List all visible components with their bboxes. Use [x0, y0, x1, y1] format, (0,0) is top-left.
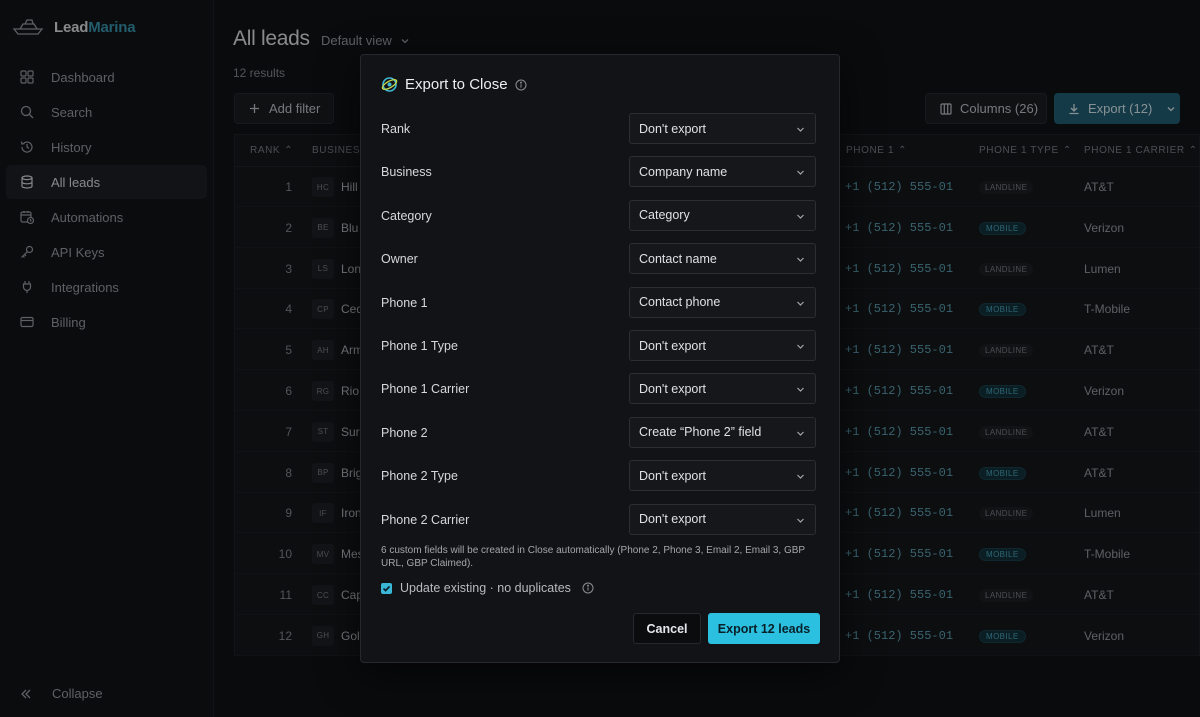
field-label: Category — [381, 208, 432, 223]
field-label: Phone 1 Carrier — [381, 382, 470, 397]
field-select-rank[interactable]: Don't export — [629, 113, 816, 144]
chevron-down-icon — [797, 431, 804, 436]
field-select-phone-1[interactable]: Contact phone — [629, 286, 816, 318]
field-select-value: Company name — [639, 164, 728, 179]
field-select-category[interactable]: Category — [629, 199, 816, 231]
field-mapping-phone-1-type: Phone 1 Type Don't export — [381, 330, 816, 361]
close-crm-logo-icon — [381, 77, 398, 92]
field-mapping-phone-1-carrier: Phone 1 Carrier Don't export — [381, 373, 816, 405]
field-label: Phone 2 Carrier — [381, 512, 470, 527]
field-select-value: Don't export — [639, 338, 707, 353]
check-icon — [382, 585, 391, 592]
field-mapping-phone-2: Phone 2 Create “Phone 2” field — [381, 416, 816, 448]
update-existing-option[interactable]: Update existing · no duplicates — [381, 581, 594, 595]
update-existing-checkbox[interactable] — [381, 582, 392, 594]
chevron-down-icon — [797, 474, 804, 480]
field-select-phone-2-type[interactable]: Don't export — [629, 460, 816, 492]
info-icon[interactable] — [582, 582, 594, 594]
chevron-down-icon — [797, 127, 804, 132]
chevron-down-icon — [797, 170, 804, 176]
field-select-value: Contact phone — [639, 295, 721, 310]
field-label: Phone 2 — [381, 425, 428, 440]
modal-header: Export to Close — [381, 76, 527, 93]
field-select-value: Don't export — [639, 381, 707, 396]
chevron-down-icon — [797, 518, 804, 523]
field-select-phone-1-carrier[interactable]: Don't export — [629, 373, 816, 405]
field-select-value: Create “Phone 2” field — [639, 425, 762, 440]
field-select-value: Don't export — [639, 512, 707, 527]
field-label: Phone 1 Type — [381, 339, 458, 353]
modal-title: Export to Close — [405, 76, 508, 93]
field-mapping-phone-2-type: Phone 2 Type Don't export — [381, 460, 816, 492]
field-select-phone-1-type[interactable]: Don't export — [629, 330, 816, 361]
field-mapping-phone-1: Phone 1 Contact phone — [381, 286, 816, 318]
custom-fields-note: 6 custom fields will be created in Close… — [381, 545, 805, 569]
chevron-down-icon — [797, 301, 804, 306]
update-existing-label: Update existing · no duplicates — [400, 581, 571, 595]
export-modal: Export to Close Rank Don't export Business… — [360, 54, 840, 663]
field-label: Business — [381, 165, 432, 180]
field-select-value: Contact name — [639, 251, 717, 266]
field-select-phone-2[interactable]: Create “Phone 2” field — [629, 416, 816, 448]
cancel-button[interactable]: Cancel — [633, 613, 701, 644]
field-select-value: Category — [639, 208, 690, 223]
field-select-business[interactable]: Company name — [629, 156, 816, 188]
field-label: Phone 1 — [381, 295, 428, 310]
chevron-down-icon — [797, 257, 804, 263]
field-select-value: Don't export — [639, 468, 707, 483]
chevron-down-icon — [797, 387, 804, 393]
field-select-value: Don't export — [639, 121, 707, 136]
field-select-phone-2-carrier[interactable]: Don't export — [629, 503, 816, 535]
field-label: Rank — [381, 122, 411, 136]
export-leads-button[interactable]: Export 12 leads — [708, 613, 820, 644]
field-select-owner[interactable]: Contact name — [629, 243, 816, 275]
chevron-down-icon — [797, 214, 804, 219]
chevron-down-icon — [797, 344, 804, 349]
field-label: Owner — [381, 252, 418, 267]
field-mapping-owner: Owner Contact name — [381, 243, 816, 275]
info-icon[interactable] — [515, 79, 527, 91]
field-mapping-phone-2-carrier: Phone 2 Carrier Don't export — [381, 503, 816, 535]
field-label: Phone 2 Type — [381, 469, 458, 484]
field-mapping-category: Category Category — [381, 199, 816, 231]
field-mapping-rank: Rank Don't export — [381, 113, 816, 144]
field-mapping-business: Business Company name — [381, 156, 816, 188]
